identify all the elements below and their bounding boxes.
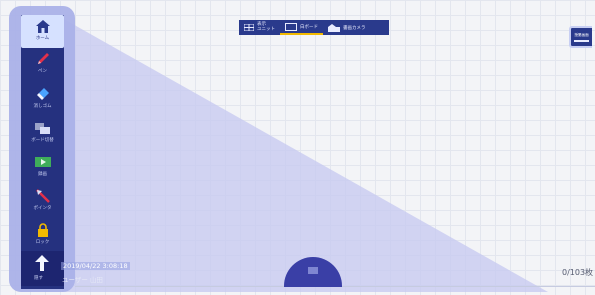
sidebar-item-pointer[interactable]: ポインタ <box>21 185 64 218</box>
pointer-icon <box>35 189 50 203</box>
lock-icon <box>37 223 48 237</box>
view-unit-label: 表示 ユニット <box>257 22 275 32</box>
board-icon <box>34 123 50 134</box>
sidebar-item-label: ポインタ <box>33 206 52 211</box>
sidebar-item-record[interactable]: 録画 <box>21 151 64 184</box>
whiteboard-canvas[interactable] <box>0 0 595 295</box>
sidebar-item-pen[interactable]: ペン <box>21 48 64 81</box>
pen-icon <box>37 53 49 64</box>
sidebar-item-lock[interactable]: ロック <box>21 219 64 252</box>
handle-knob-icon <box>308 267 318 274</box>
sidebar-item-label: 録画 <box>38 172 47 177</box>
page-count: 0/103枚 <box>562 268 594 277</box>
document-camera-button[interactable]: 書画カメラ <box>323 20 371 35</box>
eraser-icon <box>36 88 49 100</box>
whiteboard-label: 白ボード <box>300 24 318 30</box>
document-camera-label: 書画カメラ <box>343 25 366 31</box>
user-name: ユーザー 山田 <box>62 276 103 284</box>
camera-icon <box>328 23 340 32</box>
top-toolbar: 表示 ユニット 白ボード 書画カメラ <box>239 20 389 35</box>
grid-icon <box>244 24 254 31</box>
lesson-screen-button[interactable]: 授業画面 <box>569 26 592 48</box>
sidebar-item-label: ロック <box>35 240 50 245</box>
lesson-screen-label: 授業画面 <box>574 33 589 37</box>
sidebar-item-label: ペン <box>38 69 47 74</box>
arrow-up-icon <box>35 255 49 271</box>
whiteboard-icon <box>285 22 297 31</box>
sidebar-item-board[interactable]: ボード切替 <box>21 117 64 150</box>
sidebar-item-up[interactable]: 隠す <box>21 251 64 286</box>
sidebar-item-label: ボード切替 <box>31 138 54 143</box>
home-icon <box>35 19 50 33</box>
sidebar-item-label: ホーム <box>35 36 50 41</box>
datetime-text: 2019/04/22 3:08:18 <box>61 262 130 270</box>
view-unit-button[interactable]: 表示 ユニット <box>239 20 280 35</box>
sidebar-item-eraser[interactable]: 消しゴム <box>21 83 64 116</box>
sidebar-item-home[interactable]: ホーム <box>21 15 64 48</box>
sidebar-item-label: 隠す <box>34 276 43 281</box>
whiteboard-button[interactable]: 白ボード <box>280 20 323 35</box>
minus-icon <box>574 40 589 42</box>
sidebar-item-label: 消しゴム <box>33 104 52 109</box>
video-icon <box>34 157 51 167</box>
